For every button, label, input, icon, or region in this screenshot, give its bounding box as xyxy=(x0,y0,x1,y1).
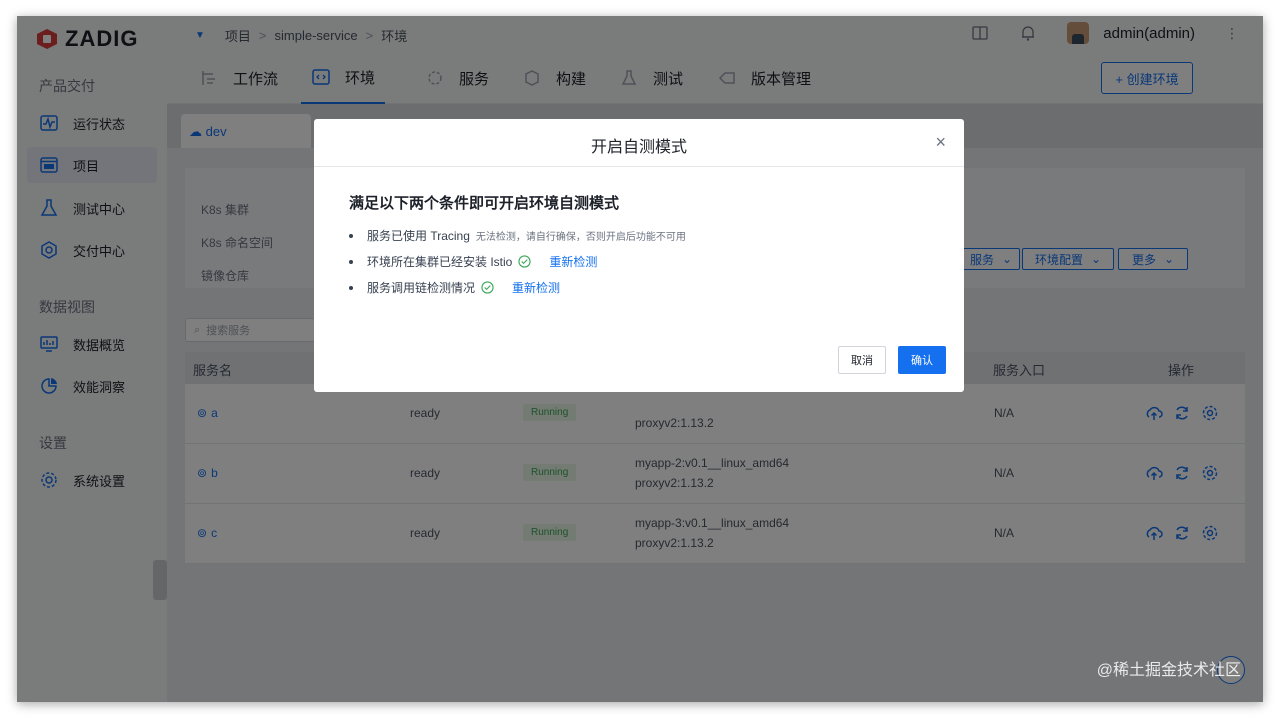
condition-note: 无法检测，请自行确保，否则开启后功能不可用 xyxy=(475,232,686,243)
app-window: ZADIG 产品交付 运行状态 项目 测试中心 交付中心 数据视图 数据概览 效… xyxy=(17,16,1263,702)
cancel-button[interactable]: 取消 xyxy=(838,346,886,374)
recheck-link[interactable]: 重新检测 xyxy=(512,279,560,296)
dialog-title: 开启自测模式 xyxy=(590,139,687,156)
condition-text: 环境所在集群已经安装 Istio xyxy=(367,255,513,269)
condition-text: 服务调用链检测情况 xyxy=(367,281,476,295)
bullet-icon xyxy=(349,285,353,290)
condition-text: 服务已使用 Tracing xyxy=(367,229,470,243)
watermark: @稀土掘金技术社区 xyxy=(1096,662,1241,679)
close-icon[interactable]: × xyxy=(935,133,946,151)
dialog-header: 开启自测模式 × xyxy=(314,119,964,167)
recheck-link[interactable]: 重新检测 xyxy=(549,253,597,270)
condition-tracing: 服务已使用 Tracing 无法检测，请自行确保，否则开启后功能不可用 xyxy=(349,227,686,244)
condition-istio: 环境所在集群已经安装 Istio 重新检测 xyxy=(349,253,597,270)
check-circle-icon xyxy=(518,255,531,268)
bullet-icon xyxy=(349,233,353,238)
bullet-icon xyxy=(349,259,353,264)
condition-trace-chain: 服务调用链检测情况 重新检测 xyxy=(349,279,560,296)
dialog-heading: 满足以下两个条件即可开启环境自测模式 xyxy=(349,195,620,212)
confirm-button[interactable]: 确认 xyxy=(898,346,946,374)
check-circle-icon xyxy=(481,281,494,294)
self-test-mode-dialog: 开启自测模式 × 满足以下两个条件即可开启环境自测模式 服务已使用 Tracin… xyxy=(314,119,964,392)
